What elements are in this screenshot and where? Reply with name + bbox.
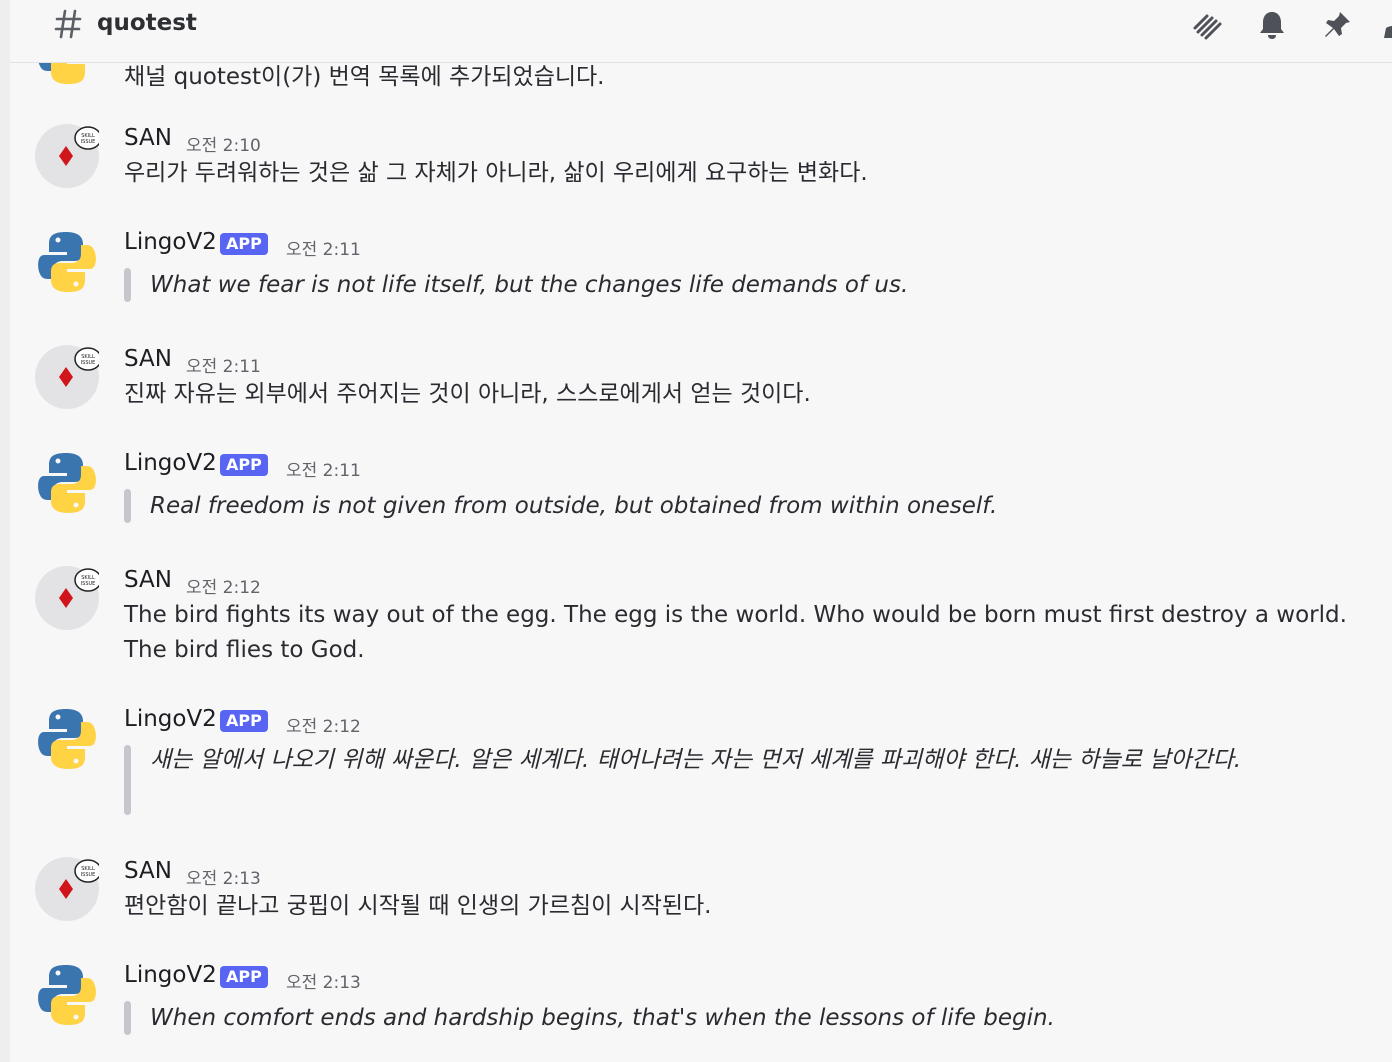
python-logo-icon bbox=[38, 453, 96, 513]
app-badge: APP bbox=[220, 710, 268, 732]
app-badge: APP bbox=[220, 966, 268, 988]
timestamp: 오전 2:13 bbox=[286, 973, 361, 993]
avatar[interactable]: SKILL ISSUE bbox=[35, 345, 102, 409]
python-logo-icon bbox=[38, 965, 96, 1025]
left-gutter bbox=[0, 0, 10, 1062]
python-logo-icon bbox=[38, 232, 96, 292]
san-avatar-icon: SKILL ISSUE bbox=[59, 859, 102, 899]
author-name[interactable]: LingoV2 bbox=[124, 962, 217, 988]
avatar[interactable]: SKILL ISSUE bbox=[35, 124, 102, 188]
quote-text: When comfort ends and hardship begins, t… bbox=[150, 1005, 1055, 1031]
message-text: 진짜 자유는 외부에서 주어지는 것이 아니라, 스스로에게서 얻는 것이다. bbox=[124, 381, 811, 407]
author-name[interactable]: SAN bbox=[124, 858, 172, 884]
threads-icon[interactable] bbox=[1191, 8, 1225, 42]
app-badge: APP bbox=[220, 454, 268, 476]
message-text: 편안함이 끝나고 궁핍이 시작될 때 인생의 가르침이 시작된다. bbox=[124, 893, 712, 919]
avatar[interactable] bbox=[35, 230, 99, 294]
message-text: 우리가 두려워하는 것은 삶 그 자체가 아니라, 삶이 우리에게 요구하는 변… bbox=[124, 160, 868, 186]
avatar[interactable]: SKILL ISSUE bbox=[35, 566, 102, 630]
timestamp: 오전 2:12 bbox=[286, 717, 361, 737]
avatar[interactable]: SKILL ISSUE bbox=[35, 857, 102, 921]
quote-bar bbox=[124, 1001, 131, 1035]
san-avatar-icon: SKILL ISSUE bbox=[59, 568, 102, 608]
message-list[interactable]: 채널 quotest이(가) 번역 목록에 추가되었습니다. SKILL ISS… bbox=[10, 0, 1392, 1062]
author-name[interactable]: LingoV2 bbox=[124, 706, 217, 732]
channel-header: quotest bbox=[10, 0, 1392, 63]
message-text: The bird fights its way out of the egg. … bbox=[124, 602, 1347, 663]
channel-title: quotest bbox=[97, 10, 197, 36]
author-name[interactable]: SAN bbox=[124, 567, 172, 593]
svg-text:ISSUE: ISSUE bbox=[81, 872, 96, 878]
python-logo-icon bbox=[38, 709, 96, 769]
avatar[interactable] bbox=[35, 963, 99, 1027]
quote-bar bbox=[124, 489, 131, 523]
timestamp: 오전 2:13 bbox=[186, 869, 261, 889]
timestamp: 오전 2:11 bbox=[186, 357, 261, 377]
quote-text: 새는 알에서 나오기 위해 싸운다. 알은 세계다. 태어나려는 자는 먼저 세… bbox=[150, 747, 1242, 773]
timestamp: 오전 2:11 bbox=[286, 461, 361, 481]
members-icon[interactable] bbox=[1380, 8, 1392, 42]
svg-text:ISSUE: ISSUE bbox=[81, 581, 96, 587]
svg-text:ISSUE: ISSUE bbox=[81, 139, 96, 145]
author-name[interactable]: SAN bbox=[124, 346, 172, 372]
bell-icon[interactable] bbox=[1255, 8, 1289, 42]
hash-icon bbox=[54, 9, 82, 39]
timestamp: 오전 2:10 bbox=[186, 136, 261, 156]
quote-bar bbox=[124, 745, 131, 815]
author-name[interactable]: LingoV2 bbox=[124, 450, 217, 476]
timestamp: 오전 2:11 bbox=[286, 240, 361, 260]
quote-text: What we fear is not life itself, but the… bbox=[150, 272, 909, 298]
quote-text: Real freedom is not given from outside, … bbox=[150, 493, 998, 519]
avatar[interactable] bbox=[35, 707, 99, 771]
svg-text:ISSUE: ISSUE bbox=[81, 360, 96, 366]
avatar[interactable] bbox=[35, 451, 99, 515]
timestamp: 오전 2:12 bbox=[186, 578, 261, 598]
pin-icon[interactable] bbox=[1320, 8, 1354, 42]
san-avatar-icon: SKILL ISSUE bbox=[59, 126, 102, 166]
san-avatar-icon: SKILL ISSUE bbox=[59, 347, 102, 387]
quote-bar bbox=[124, 268, 131, 302]
author-name[interactable]: LingoV2 bbox=[124, 229, 217, 255]
author-name[interactable]: SAN bbox=[124, 125, 172, 151]
app-badge: APP bbox=[220, 233, 268, 255]
